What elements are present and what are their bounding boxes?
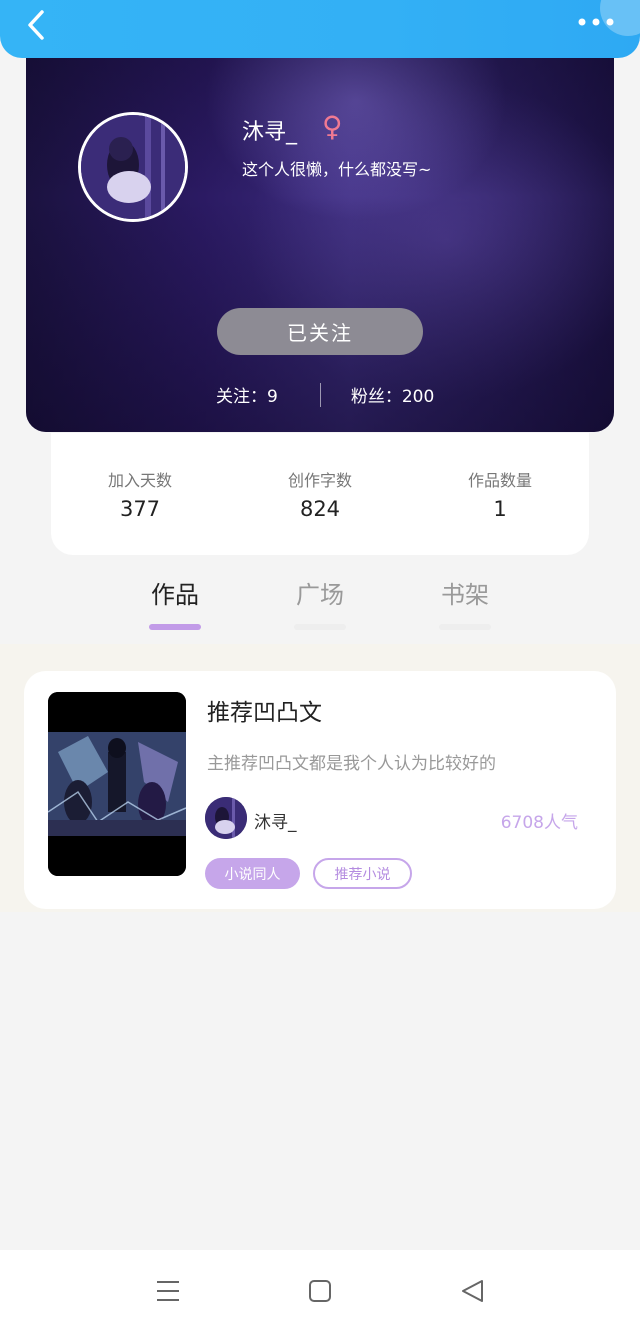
bio-text: 这个人很懒，什么都没写~ bbox=[242, 160, 432, 179]
popularity-count: 6708人气 bbox=[500, 813, 578, 833]
tab-works[interactable]: 作品 bbox=[135, 575, 215, 630]
work-cover[interactable] bbox=[48, 692, 186, 876]
home-square-icon[interactable] bbox=[307, 1278, 333, 1304]
stat-join-days: 加入天数 377 bbox=[70, 467, 210, 521]
divider bbox=[319, 382, 321, 407]
stats-card: 加入天数 377 创作字数 824 作品数量 1 bbox=[51, 433, 589, 555]
work-card[interactable]: 推荐凹凸文 主推荐凹凸文都是我个人认为比较好的 沐寻_ 6708人气 小说同人 … bbox=[24, 671, 616, 909]
work-description: 主推荐凹凸文都是我个人认为比较好的 bbox=[207, 754, 496, 774]
cover-image bbox=[48, 692, 186, 876]
work-title[interactable]: 推荐凹凸文 bbox=[207, 693, 322, 727]
more-dots-icon[interactable] bbox=[578, 18, 614, 26]
stat-label: 创作字数 bbox=[287, 471, 352, 490]
tag-recommend[interactable]: 推荐小说 bbox=[313, 858, 412, 889]
follow-counts: 关注：9 粉丝：200 bbox=[216, 382, 434, 407]
chevron-left-icon[interactable] bbox=[20, 8, 54, 42]
tab-bookshelf[interactable]: 书架 bbox=[425, 575, 505, 630]
stat-label: 作品数量 bbox=[467, 471, 532, 490]
menu-icon[interactable] bbox=[155, 1278, 181, 1304]
stat-value: 377 bbox=[119, 497, 161, 521]
header-shade bbox=[26, 40, 614, 432]
top-bar bbox=[0, 0, 640, 58]
avatar-image bbox=[81, 115, 185, 219]
tag-fanfic[interactable]: 小说同人 bbox=[205, 858, 300, 889]
stat-value: 824 bbox=[299, 497, 341, 521]
tab-label: 广场 bbox=[296, 581, 344, 609]
back-triangle-icon[interactable] bbox=[460, 1278, 486, 1304]
stat-word-count: 创作字数 824 bbox=[250, 467, 390, 521]
profile-header: 沐寻_ ♀ 这个人很懒，什么都没写~ 已关注 关注：9 粉丝：200 bbox=[26, 40, 614, 432]
author-name[interactable]: 沐寻_ bbox=[254, 808, 297, 833]
stat-label: 加入天数 bbox=[107, 471, 172, 490]
following-count[interactable]: 关注：9 bbox=[216, 382, 278, 407]
tab-square[interactable]: 广场 bbox=[280, 575, 360, 630]
tab-indicator bbox=[149, 624, 201, 630]
tab-indicator bbox=[294, 624, 346, 630]
tab-label: 作品 bbox=[151, 581, 199, 609]
username: 沐寻_ bbox=[242, 120, 298, 145]
female-icon: ♀ bbox=[322, 110, 343, 143]
tab-indicator bbox=[439, 624, 491, 630]
follow-button[interactable]: 已关注 bbox=[217, 308, 423, 355]
avatar[interactable] bbox=[78, 112, 188, 222]
system-nav-bar bbox=[0, 1250, 640, 1330]
author-avatar[interactable] bbox=[205, 797, 247, 839]
author-avatar-image bbox=[205, 797, 247, 839]
stat-work-count: 作品数量 1 bbox=[430, 467, 570, 521]
stat-value: 1 bbox=[493, 497, 507, 521]
tab-label: 书架 bbox=[441, 581, 489, 609]
tab-bar: 作品 广场 书架 bbox=[0, 575, 640, 635]
followers-count[interactable]: 粉丝：200 bbox=[351, 382, 434, 407]
